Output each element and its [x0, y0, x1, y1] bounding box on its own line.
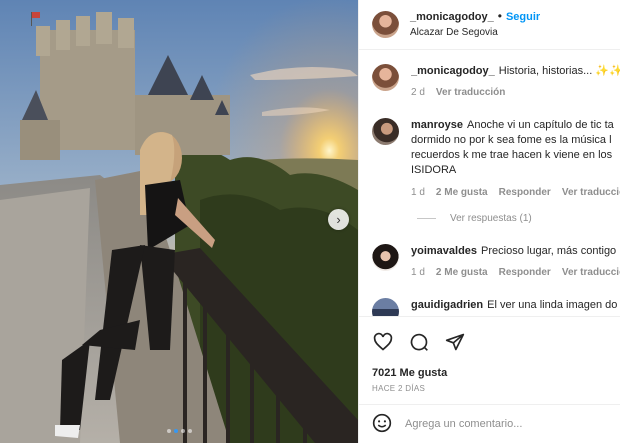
post-header: _monicagodoy_ • Seguir Alcazar De Segovia: [359, 0, 620, 50]
caption-text: Historia, historias... ✨✨: [498, 65, 620, 77]
caption-meta: 2 d Ver traducción: [411, 85, 620, 100]
caption-body: _monicagodoy_ Historia, historias... ✨✨ 2…: [411, 64, 620, 100]
comment-username[interactable]: manroyse: [411, 119, 463, 131]
carousel-next-button[interactable]: ›: [328, 209, 349, 230]
caption-time[interactable]: 2 d: [411, 87, 425, 98]
like-button[interactable]: [372, 331, 394, 353]
post-photo-scene: [0, 0, 358, 443]
comment-translate-link[interactable]: Ver traducción: [562, 187, 620, 198]
post-photo: ›: [0, 0, 358, 443]
comment-username[interactable]: gauidigadrien: [411, 299, 483, 311]
carousel-indicator: [0, 429, 358, 433]
smiley-icon: [372, 413, 392, 432]
comments-list[interactable]: _monicagodoy_ Historia, historias... ✨✨ 2…: [359, 51, 620, 316]
view-replies-button[interactable]: Ver respuestas (1): [417, 213, 532, 224]
view-replies-label: Ver respuestas (1): [450, 213, 532, 224]
author-avatar[interactable]: [372, 11, 399, 38]
comment-text-line: dormido no por k sea fome es la música l: [411, 134, 612, 146]
comment-item: yoimavaldes Precioso lugar, más contigo 1…: [372, 244, 620, 280]
comment-reply-button[interactable]: Responder: [499, 187, 551, 198]
comment-text: Precioso lugar, más contigo: [481, 245, 617, 257]
comment-body: manroyse Anoche vi un capítulo de tic ta …: [411, 118, 620, 200]
carousel-dot: [166, 429, 171, 433]
add-comment-bar: [359, 404, 620, 443]
post-actions: 7021 Me gusta HACE 2 DÍAS: [359, 316, 620, 412]
comment-button[interactable]: [408, 331, 430, 353]
comment-avatar[interactable]: [372, 298, 399, 316]
caption-avatar[interactable]: [372, 64, 399, 91]
comment-text: El ver una linda imagen do: [487, 299, 618, 311]
paper-plane-icon: [445, 333, 465, 351]
comment-text-line: recuerdos k me trae hacen k viene en los: [411, 149, 613, 161]
comment-avatar[interactable]: [372, 244, 399, 271]
replies-divider: [417, 218, 436, 219]
comment-meta: 1 d 2 Me gusta Responder Ver traducción: [411, 185, 620, 200]
comment-input[interactable]: [405, 418, 605, 430]
comment-username[interactable]: yoimavaldes: [411, 245, 477, 257]
comment-translate-link[interactable]: Ver traducción: [562, 267, 620, 278]
comment-meta: 1 d 2 Me gusta Responder Ver traducción: [411, 265, 620, 280]
comment-text-line: ISIDORA: [411, 164, 457, 176]
post-location[interactable]: Alcazar De Segovia: [410, 25, 540, 40]
chevron-right-icon: ›: [336, 212, 341, 227]
likes-count[interactable]: 7021 Me gusta: [372, 367, 447, 379]
comment-text-line: Anoche vi un capítulo de tic ta: [466, 119, 614, 131]
comment-reply-button[interactable]: Responder: [499, 267, 551, 278]
action-buttons: [372, 331, 466, 353]
caption: _monicagodoy_ Historia, historias... ✨✨ 2…: [372, 64, 620, 100]
comment-likes[interactable]: 2 Me gusta: [436, 187, 488, 198]
author-info: _monicagodoy_ • Seguir Alcazar De Segovia: [410, 9, 540, 40]
follow-button[interactable]: Seguir: [506, 11, 540, 23]
post-timestamp: HACE 2 DÍAS: [372, 384, 426, 393]
comment-avatar[interactable]: [372, 118, 399, 145]
caption-translate-link[interactable]: Ver traducción: [436, 87, 505, 98]
comment-time[interactable]: 1 d: [411, 187, 425, 198]
carousel-dot: [180, 429, 185, 433]
heart-icon: [373, 332, 393, 351]
comment-likes[interactable]: 2 Me gusta: [436, 267, 488, 278]
comment-item: manroyse Anoche vi un capítulo de tic ta …: [372, 118, 620, 200]
comment-time[interactable]: 1 d: [411, 267, 425, 278]
emoji-button[interactable]: [372, 413, 392, 436]
post-side-panel: _monicagodoy_ • Seguir Alcazar De Segovia …: [358, 0, 620, 443]
author-username[interactable]: _monicagodoy_: [410, 11, 494, 23]
caption-username[interactable]: _monicagodoy_: [411, 65, 495, 77]
speech-bubble-icon: [410, 333, 428, 351]
comment-item: gauidigadrien El ver una linda imagen do: [372, 298, 620, 316]
carousel-dot-active: [173, 429, 178, 433]
separator: •: [497, 9, 502, 23]
share-button[interactable]: [444, 331, 466, 353]
comment-body: yoimavaldes Precioso lugar, más contigo 1…: [411, 244, 620, 280]
comment-body: gauidigadrien El ver una linda imagen do: [411, 298, 620, 316]
carousel-dot: [187, 429, 192, 433]
